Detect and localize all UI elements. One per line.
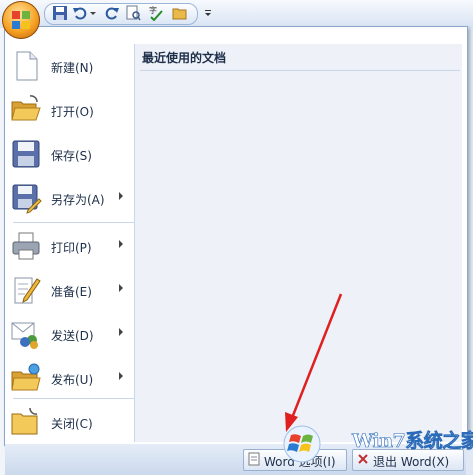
menu-item-label: 新建(N) — [51, 61, 94, 75]
submenu-arrow-icon — [119, 284, 123, 292]
menu-separator — [13, 398, 135, 399]
menu-item-prepare[interactable]: 准备(E) — [5, 270, 133, 310]
menu-item-close[interactable]: 关闭(C) — [5, 402, 133, 442]
send-icon — [11, 322, 38, 349]
menu-item-label: 打印(P) — [51, 241, 92, 255]
recent-documents-title: 最近使用的文档 — [142, 51, 227, 65]
watermark: Win7系统之家 — [352, 426, 473, 470]
menu-item-label: 保存(S) — [51, 149, 92, 163]
recent-documents-pane — [134, 44, 462, 442]
menu-item-label: 关闭(C) — [51, 417, 93, 431]
submenu-arrow-icon — [119, 192, 123, 200]
svg-text:字: 字 — [149, 5, 157, 15]
publish-icon — [11, 363, 41, 391]
prepare-icon — [14, 277, 41, 304]
menu-item-send[interactable]: 发送(D) — [5, 314, 133, 354]
options-icon — [248, 452, 260, 466]
save-icon[interactable] — [52, 5, 68, 21]
menu-item-new[interactable]: 新建(N) — [5, 46, 133, 86]
menu-item-print[interactable]: 打印(P) — [5, 226, 133, 266]
print-preview-icon[interactable] — [125, 5, 141, 21]
close-folder-icon — [11, 407, 38, 435]
customize-toolbar-icon[interactable] — [204, 5, 212, 21]
menu-item-open[interactable]: 打开(O) — [5, 90, 133, 130]
menu-separator — [13, 222, 135, 223]
menu-item-save[interactable]: 保存(S) — [5, 134, 133, 174]
undo-dropdown-icon[interactable] — [89, 5, 97, 21]
printer-icon — [12, 232, 40, 260]
open-folder-icon — [11, 95, 41, 121]
menu-item-save-as[interactable]: 另存为(A) — [5, 178, 133, 218]
save-disk-icon — [12, 140, 40, 168]
undo-icon[interactable] — [72, 5, 88, 21]
save-as-icon — [12, 184, 42, 214]
submenu-arrow-icon — [119, 372, 123, 380]
watermark-text: Win7系统之家 — [352, 430, 473, 453]
menu-item-publish[interactable]: 发布(U) — [5, 358, 133, 398]
office-logo-icon — [12, 11, 30, 29]
menu-command-list: 新建(N) 打开(O) 保存(S) 另存为(A) 打印(P) 准备(E) 发送(… — [5, 30, 135, 442]
office-button[interactable] — [2, 1, 40, 39]
quick-access-toolbar: 字 — [0, 0, 473, 28]
menu-item-label: 发布(U) — [51, 373, 94, 387]
new-document-icon — [16, 51, 38, 81]
recent-title-divider — [140, 70, 460, 71]
spelling-icon[interactable]: 字 — [148, 5, 164, 21]
menu-item-label: 另存为(A) — [51, 193, 105, 207]
redo-icon[interactable] — [104, 5, 120, 21]
windows-logo-icon — [283, 425, 321, 463]
menu-item-label: 打开(O) — [51, 105, 94, 119]
open-icon[interactable] — [172, 5, 188, 21]
submenu-arrow-icon — [119, 240, 123, 248]
menu-item-label: 发送(D) — [51, 329, 94, 343]
submenu-arrow-icon — [119, 328, 123, 336]
menu-item-label: 准备(E) — [51, 285, 92, 299]
